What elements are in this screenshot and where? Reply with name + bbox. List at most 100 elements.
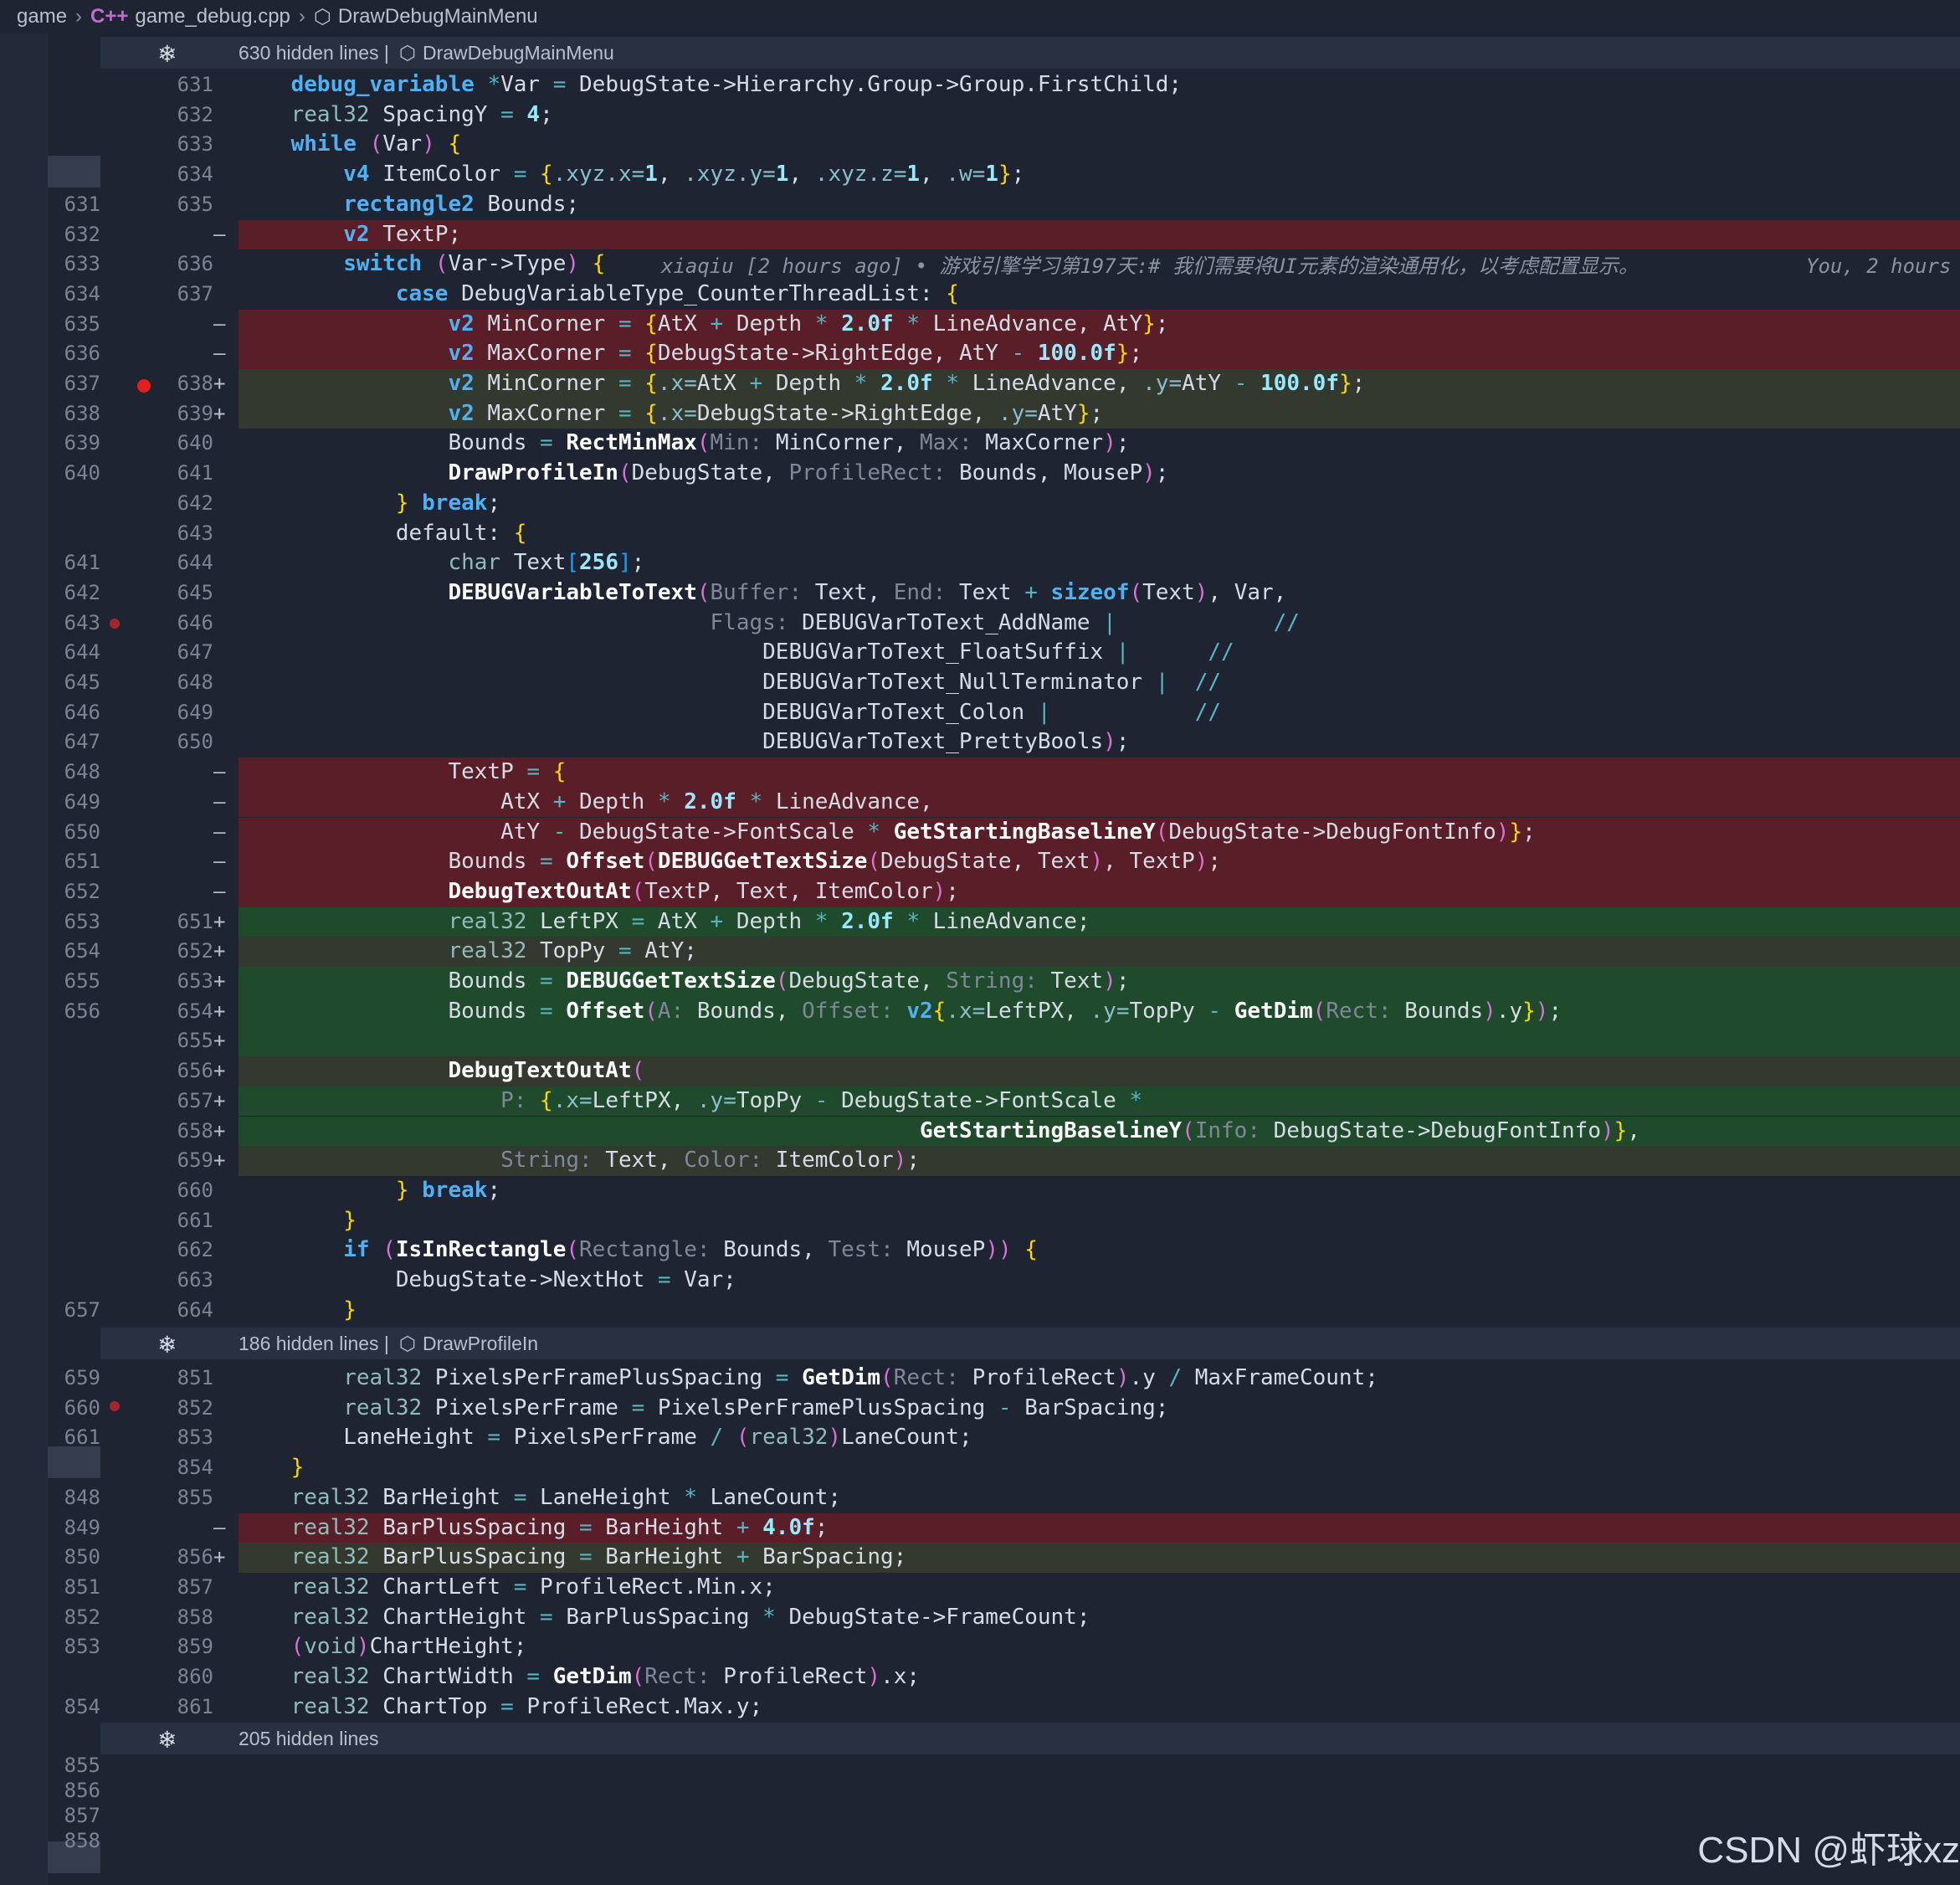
code-line[interactable]: 634 v4 ItemColor = {.xyz.x=1, .xyz.y=1, … (0, 160, 1960, 190)
code-text[interactable]: AtX + Depth * 2.0f * LineAdvance, (239, 788, 933, 818)
code-line[interactable]: 659 851 real32 PixelsPerFramePlusSpacing … (0, 1364, 1960, 1394)
code-text[interactable]: DrawProfileIn(DebugState, ProfileRect: B… (239, 459, 1168, 489)
code-line[interactable]: 655 653 + Bounds = DEBUGGetTextSize(DebugS… (0, 967, 1960, 997)
code-line[interactable]: 860 real32 ChartWidth = GetDim(Rect: Pro… (0, 1662, 1960, 1692)
code-line[interactable]: 854 } (0, 1453, 1960, 1483)
code-line[interactable]: 656 + DebugTextOutAt( (0, 1056, 1960, 1086)
code-text[interactable]: if (IsInRectangle(Rectangle: Bounds, Tes… (239, 1235, 1038, 1266)
code-line[interactable]: 849 — real32 BarPlusSpacing = BarHeight +… (0, 1513, 1960, 1543)
code-text[interactable]: DEBUGVarToText_FloatSuffix | // (239, 638, 1234, 668)
code-line[interactable]: 643 646 Flags: DEBUGVarToText_AddName | /… (0, 609, 1960, 639)
code-text[interactable]: } (239, 1296, 357, 1326)
code-text[interactable]: real32 BarPlusSpacing = BarHeight + 4.0f… (239, 1513, 829, 1543)
code-line[interactable]: 632 — v2 TextP; (0, 219, 1960, 250)
code-text[interactable]: real32 PixelsPerFramePlusSpacing = GetDi… (239, 1364, 1378, 1394)
code-text[interactable]: DEBUGVariableToText(Buffer: Text, End: T… (239, 578, 1286, 609)
code-text[interactable]: DebugTextOutAt( (239, 1056, 644, 1086)
code-text[interactable]: char Text[256]; (239, 548, 644, 578)
code-text[interactable]: DEBUGVarToText_PrettyBools); (239, 727, 1129, 758)
hidden-lines-bar[interactable]: ❄ 205 hidden lines (100, 1723, 1960, 1754)
code-line[interactable]: 648 — TextP = { (0, 758, 1960, 788)
code-line[interactable]: 852 858 real32 ChartHeight = BarPlusSpaci… (0, 1603, 1960, 1633)
code-line[interactable]: 653 651 + real32 LeftPX = AtX + Depth * 2.… (0, 907, 1960, 937)
code-line[interactable]: 657 + P: {.x=LeftPX, .y=TopPy - DebugStat… (0, 1086, 1960, 1117)
code-text[interactable]: DEBUGVarToText_Colon | // (239, 698, 1221, 728)
code-line[interactable]: 661 853 LaneHeight = PixelsPerFrame / (re… (0, 1423, 1960, 1453)
code-text[interactable]: } (239, 1206, 357, 1236)
breakpoint-icon[interactable] (110, 619, 120, 629)
hidden-lines-bar[interactable]: ❄ 630 hidden lines | ⬡ DrawDebugMainMenu (100, 37, 1960, 69)
code-line[interactable]: 659 + String: Text, Color: ItemColor); (0, 1146, 1960, 1176)
code-line[interactable]: 851 857 real32 ChartLeft = ProfileRect.Mi… (0, 1573, 1960, 1603)
breakpoint-icon[interactable] (110, 1401, 120, 1411)
code-text[interactable]: v2 TextP; (239, 220, 461, 250)
code-line[interactable]: 854 861 real32 ChartTop = ProfileRect.Max… (0, 1692, 1960, 1723)
expand-icon[interactable]: ❄ (157, 1726, 177, 1754)
code-line[interactable]: 642 645 DEBUGVariableToText(Buffer: Text,… (0, 578, 1960, 609)
code-text[interactable]: debug_variable *Var = DebugState->Hierar… (239, 70, 1182, 100)
code-line[interactable]: 631 635 rectangle2 Bounds; (0, 190, 1960, 220)
code-line[interactable]: 656 654 + Bounds = Offset(A: Bounds, Offse… (0, 996, 1960, 1027)
code-text[interactable]: } break; (239, 1176, 500, 1206)
hidden-lines-bar[interactable]: ❄ 186 hidden lines | ⬡ DrawProfileIn (100, 1328, 1960, 1359)
code-line[interactable]: 848 855 real32 BarHeight = LaneHeight * L… (0, 1483, 1960, 1513)
code-line[interactable]: 657 664 } (0, 1296, 1960, 1326)
code-line[interactable]: 644 647 DEBUGVarToText_FloatSuffix | // (0, 638, 1960, 668)
code-line[interactable]: 645 648 DEBUGVarToText_NullTerminator | /… (0, 668, 1960, 698)
code-text[interactable]: real32 ChartWidth = GetDim(Rect: Profile… (239, 1662, 920, 1692)
code-text[interactable]: real32 PixelsPerFrame = PixelsPerFramePl… (239, 1394, 1168, 1424)
code-line[interactable]: 660 852 real32 PixelsPerFrame = PixelsPer… (0, 1394, 1960, 1424)
code-text[interactable]: Bounds = Offset(A: Bounds, Offset: v2{.x… (239, 997, 1562, 1027)
code-text[interactable]: case DebugVariableType_CounterThreadList… (239, 280, 959, 310)
code-line[interactable]: 639 640 Bounds = RectMinMax(Min: MinCorne… (0, 429, 1960, 459)
code-text[interactable]: v2 MaxCorner = {DebugState->RightEdge, A… (239, 339, 1142, 369)
code-line[interactable]: 636 — v2 MaxCorner = {DebugState->RightEd… (0, 339, 1960, 369)
code-line[interactable]: 662 if (IsInRectangle(Rectangle: Bounds,… (0, 1235, 1960, 1266)
code-text[interactable]: v4 ItemColor = {.xyz.x=1, .xyz.y=1, .xyz… (239, 160, 1024, 190)
code-line[interactable]: 643 default: { (0, 519, 1960, 549)
code-line[interactable]: 649 — AtX + Depth * 2.0f * LineAdvance, (0, 787, 1960, 818)
code-line[interactable]: 631 debug_variable *Var = DebugState->Hi… (0, 70, 1960, 100)
code-line[interactable]: 850 856 + real32 BarPlusSpacing = BarHeigh… (0, 1543, 1960, 1573)
code-text[interactable]: DebugTextOutAt(TextP, Text, ItemColor); (239, 877, 959, 907)
code-text[interactable]: rectangle2 Bounds; (239, 190, 579, 220)
code-text[interactable]: default: { (239, 519, 527, 549)
code-text[interactable]: v2 MaxCorner = {.x=DebugState->RightEdge… (239, 399, 1103, 429)
code-line[interactable]: 654 652 + real32 TopPy = AtY; (0, 937, 1960, 967)
code-line[interactable]: 655 + (0, 1026, 1960, 1057)
code-line[interactable]: 658 + GetStartingBaselineY(Info: DebugSta… (0, 1116, 1960, 1147)
expand-icon[interactable]: ❄ (157, 1331, 177, 1359)
code-line[interactable]: 651 — Bounds = Offset(DEBUGGetTextSize(De… (0, 847, 1960, 877)
expand-icon[interactable]: ❄ (157, 40, 177, 68)
code-text[interactable]: real32 ChartLeft = ProfileRect.Min.x; (239, 1573, 776, 1603)
code-text[interactable]: } (239, 1453, 305, 1483)
code-line[interactable]: 660 } break; (0, 1176, 1960, 1206)
breadcrumb-symbol[interactable]: DrawDebugMainMenu (338, 5, 538, 28)
code-text[interactable]: real32 SpacingY = 4; (239, 100, 553, 131)
code-text[interactable]: TextP = { (239, 758, 566, 788)
code-text[interactable]: real32 BarPlusSpacing = BarHeight + BarS… (239, 1543, 907, 1573)
code-line[interactable]: 640 641 DrawProfileIn(DebugState, Profile… (0, 459, 1960, 489)
code-text[interactable]: real32 LeftPX = AtX + Depth * 2.0f * Lin… (239, 907, 1090, 937)
code-text[interactable]: (void)ChartHeight; (239, 1632, 527, 1662)
breakpoint-icon[interactable] (137, 379, 151, 393)
code-text[interactable]: GetStartingBaselineY(Info: DebugState->D… (239, 1117, 1640, 1147)
code-text[interactable]: LaneHeight = PixelsPerFrame / (real32)La… (239, 1423, 972, 1453)
code-text[interactable]: real32 BarHeight = LaneHeight * LaneCoun… (239, 1483, 841, 1513)
code-line[interactable]: 663 DebugState->NextHot = Var; (0, 1266, 1960, 1296)
breadcrumb-file[interactable]: game_debug.cpp (135, 5, 290, 28)
code-line[interactable]: 633 while (Var) { (0, 130, 1960, 160)
code-text[interactable]: } break; (239, 489, 500, 519)
code-text[interactable]: Bounds = Offset(DEBUGGetTextSize(DebugSt… (239, 847, 1221, 877)
code-text[interactable]: real32 ChartHeight = BarPlusSpacing * De… (239, 1603, 1090, 1633)
code-line[interactable]: 632 real32 SpacingY = 4; (0, 100, 1960, 131)
code-line[interactable]: 641 644 char Text[256]; (0, 548, 1960, 578)
code-text[interactable]: Bounds = RectMinMax(Min: MinCorner, Max:… (239, 429, 1129, 459)
code-text[interactable]: switch (Var->Type) { (239, 249, 605, 280)
code-text[interactable]: real32 TopPy = AtY; (239, 937, 696, 967)
code-text[interactable]: while (Var) { (239, 130, 462, 160)
code-text[interactable]: v2 MinCorner = {.x=AtX + Depth * 2.0f * … (239, 369, 1365, 399)
code-text[interactable] (239, 1026, 291, 1056)
code-text[interactable]: P: {.x=LeftPX, .y=TopPy - DebugState->Fo… (239, 1086, 1142, 1117)
code-line[interactable]: 647 650 DEBUGVarToText_PrettyBools); (0, 727, 1960, 758)
